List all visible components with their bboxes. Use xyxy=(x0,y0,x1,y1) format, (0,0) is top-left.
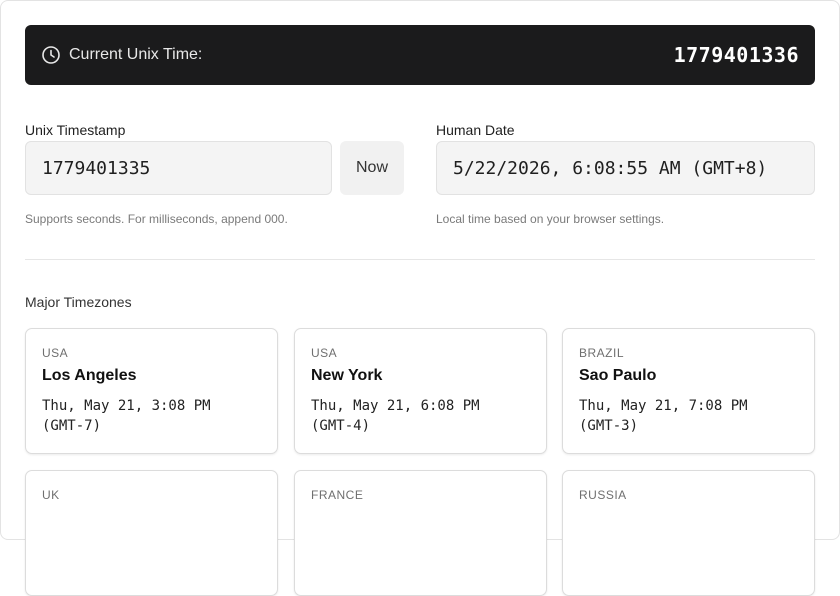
timezone-card: BRAZIL Sao Paulo Thu, May 21, 7:08 PM (G… xyxy=(562,328,815,454)
timezone-city: New York xyxy=(311,367,383,384)
timezone-country: FRANCE xyxy=(311,488,364,502)
clock-icon xyxy=(42,46,60,64)
timezone-city: Los Angeles xyxy=(42,367,137,384)
current-unix-time-label: Current Unix Time: xyxy=(69,46,203,63)
timezone-time: Thu, May 21, 6:08 PM (GMT-4) xyxy=(311,398,480,434)
timezone-city: Sao Paulo xyxy=(579,367,657,384)
timezone-country: RUSSIA xyxy=(579,488,627,502)
timezone-card: FRANCE xyxy=(294,470,547,596)
now-button[interactable]: Now xyxy=(340,141,404,195)
human-date-label: Human Date xyxy=(436,122,515,138)
current-unix-time-bar: Current Unix Time: 1779401336 xyxy=(25,25,815,85)
current-unix-time-value: 1779401336 xyxy=(673,43,799,67)
timezone-card: USA New York Thu, May 21, 6:08 PM (GMT-4… xyxy=(294,328,547,454)
unix-timestamp-hint: Supports seconds. For milliseconds, appe… xyxy=(25,212,288,226)
timezone-card: UK xyxy=(25,470,278,596)
timezone-country: USA xyxy=(311,346,338,360)
human-date-hint: Local time based on your browser setting… xyxy=(436,212,665,226)
human-date-input[interactable]: 5/22/2026, 6:08:55 AM (GMT+8) xyxy=(436,141,815,195)
timezone-country: BRAZIL xyxy=(579,346,625,360)
timezone-card: USA Los Angeles Thu, May 21, 3:08 PM (GM… xyxy=(25,328,278,454)
timezone-time: Thu, May 21, 3:08 PM (GMT-7) xyxy=(42,398,211,434)
major-timezones-title: Major Timezones xyxy=(25,294,132,310)
timezone-country: UK xyxy=(42,488,60,502)
unix-timestamp-input[interactable]: 1779401335 xyxy=(25,141,332,195)
section-divider xyxy=(25,259,815,260)
timezone-time: Thu, May 21, 7:08 PM (GMT-3) xyxy=(579,398,748,434)
unix-timestamp-label: Unix Timestamp xyxy=(25,122,126,138)
timezone-card: RUSSIA xyxy=(562,470,815,596)
timezone-country: USA xyxy=(42,346,69,360)
